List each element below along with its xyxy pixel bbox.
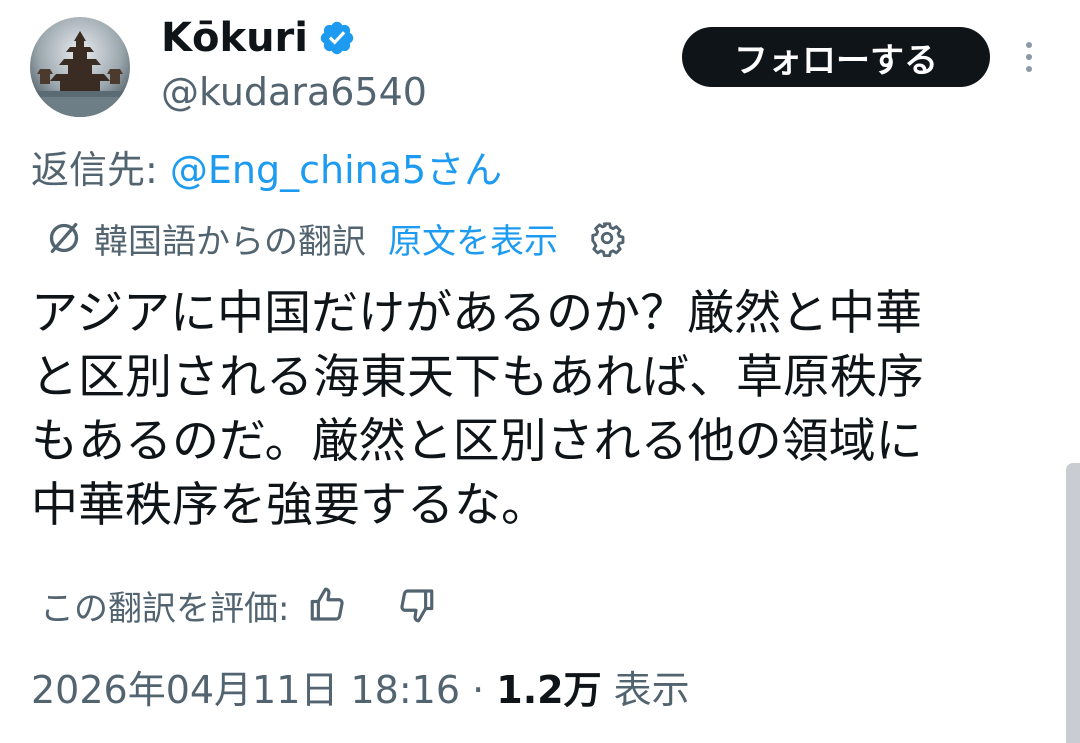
- more-vertical-icon[interactable]: [1014, 34, 1044, 80]
- views-label: 表示: [601, 668, 690, 712]
- tweet-meta: 2026年04月11日 18:16 · 1.2万 表示: [31, 664, 690, 716]
- reply-to-line: 返信先: @Eng_china5さん: [31, 142, 502, 198]
- translate-icon: [49, 223, 79, 253]
- tweet-text: アジアに中国だけがあるのか？厳然と中華 と区別される海東天下もあれば、草原秩序 …: [31, 286, 924, 533]
- translation-label: 韓国語からの翻訳: [94, 221, 366, 262]
- author-display-name[interactable]: Kōkuri: [161, 12, 308, 64]
- author-handle[interactable]: @kudara6540: [161, 68, 427, 116]
- reply-prefix: 返信先:: [31, 148, 170, 192]
- translation-bar: 韓国語からの翻訳 原文を表示: [44, 214, 626, 262]
- avatar[interactable]: [30, 17, 130, 117]
- meta-separator: ·: [460, 668, 497, 712]
- gear-icon[interactable]: [588, 219, 626, 257]
- views-count: 1.2万: [496, 668, 602, 712]
- scrollbar[interactable]: [1066, 463, 1080, 743]
- thumbs-down-icon[interactable]: [395, 584, 437, 626]
- rate-translation-label: この翻訳を評価:: [40, 588, 290, 629]
- avatar-pagoda-image: [30, 17, 130, 117]
- tweet-timestamp[interactable]: 2026年04月11日 18:16: [31, 668, 460, 712]
- rate-translation-bar: この翻訳を評価:: [40, 578, 437, 632]
- reply-mention-link[interactable]: @Eng_china5さん: [170, 148, 502, 192]
- thumbs-up-icon[interactable]: [307, 584, 349, 626]
- follow-button[interactable]: フォローする: [682, 27, 990, 87]
- author-name-row: Kōkuri: [161, 12, 356, 64]
- show-original-link[interactable]: 原文を表示: [388, 214, 558, 263]
- verified-badge-icon[interactable]: [318, 19, 356, 57]
